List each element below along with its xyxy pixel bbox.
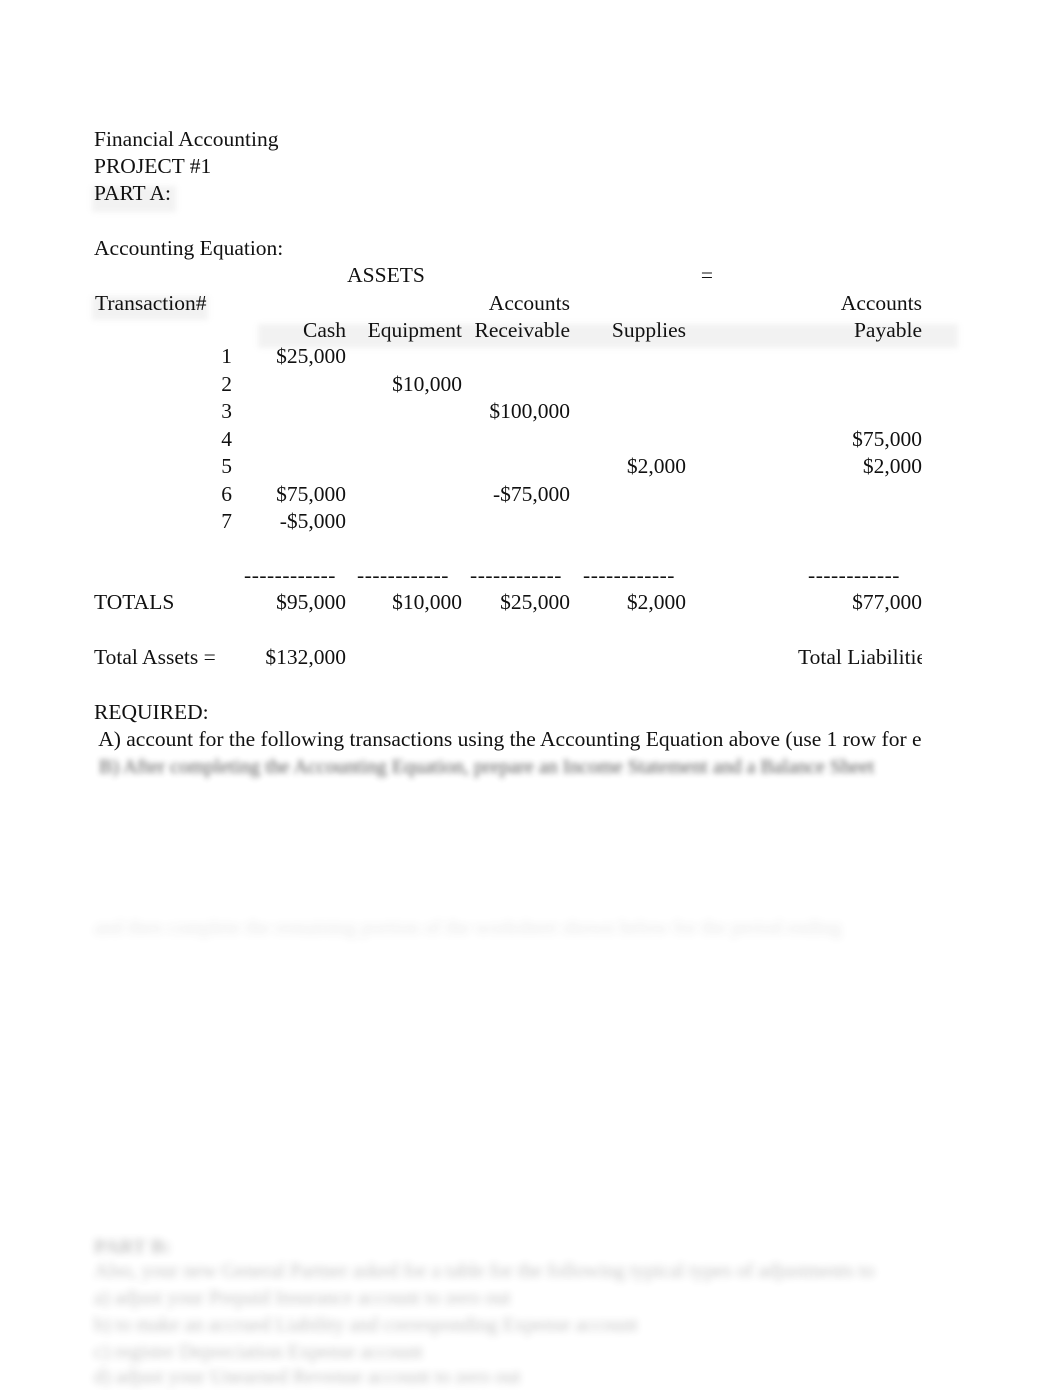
blurred-body-line: b) to make an accrued Liability and corr… bbox=[94, 1314, 638, 1336]
totals-equipment: $10,000 bbox=[392, 590, 462, 614]
row-number: 7 bbox=[221, 509, 232, 533]
total-assets-value: $132,000 bbox=[265, 645, 346, 669]
total-assets-label: Total Assets = bbox=[94, 645, 216, 669]
row-number: 2 bbox=[221, 372, 232, 396]
project-title: PROJECT #1 bbox=[94, 154, 212, 178]
blurred-faint-line: and then complete the remaining portion … bbox=[94, 917, 842, 939]
separator-receivable: ------------ bbox=[470, 563, 562, 587]
blurred-body-line: d) adjust your Unearned Revenue account … bbox=[94, 1366, 521, 1388]
cell-receivable: -$75,000 bbox=[492, 482, 570, 506]
cell-payable: $75,000 bbox=[852, 427, 922, 451]
column-header-receivable-line2: Receivable bbox=[474, 318, 570, 342]
column-header-receivable-line1: Accounts bbox=[488, 291, 570, 315]
blurred-body-line: Also, your new General Partner asked for… bbox=[94, 1260, 875, 1282]
blurred-body-line: c) register Depreciation Expense account bbox=[94, 1341, 423, 1363]
cell-supplies: $2,000 bbox=[626, 454, 686, 478]
column-header-cash: Cash bbox=[303, 318, 346, 342]
column-header-payable-line1: Accounts bbox=[840, 291, 922, 315]
blurred-body-line: a) adjust your Prepaid Insurance account… bbox=[94, 1287, 511, 1309]
column-header-transaction: Transaction# bbox=[95, 291, 207, 315]
cell-equipment: $10,000 bbox=[392, 372, 462, 396]
blurred-part-b-heading: PART B: bbox=[94, 1236, 171, 1258]
cell-cash: $25,000 bbox=[276, 344, 346, 368]
row-number: 6 bbox=[221, 482, 232, 506]
separator-supplies: ------------ bbox=[583, 563, 675, 587]
column-header-supplies: Supplies bbox=[611, 318, 686, 342]
column-header-payable-line2: Payable bbox=[853, 318, 922, 342]
section-heading: Accounting Equation: bbox=[94, 236, 284, 260]
required-item-a: A) account for the following transaction… bbox=[94, 727, 922, 751]
cell-payable: $2,000 bbox=[862, 454, 922, 478]
group-header-equals: = bbox=[700, 263, 714, 287]
totals-supplies: $2,000 bbox=[626, 590, 686, 614]
separator-equipment: ------------ bbox=[357, 563, 449, 587]
total-liabilities-label: Total Liabilitie bbox=[798, 645, 922, 669]
group-header-assets: ASSETS bbox=[347, 263, 425, 287]
totals-label: TOTALS bbox=[94, 590, 175, 614]
row-number: 1 bbox=[221, 344, 232, 368]
row-number: 4 bbox=[221, 427, 232, 451]
totals-receivable: $25,000 bbox=[500, 590, 570, 614]
document-page: Financial Accounting PROJECT #1 PART A: … bbox=[0, 0, 1062, 1388]
cell-receivable: $100,000 bbox=[489, 399, 570, 423]
part-label: PART A: bbox=[94, 181, 171, 205]
separator-payable: ------------ bbox=[808, 563, 900, 587]
required-heading: REQUIRED: bbox=[94, 700, 209, 724]
totals-payable: $77,000 bbox=[852, 590, 922, 614]
row-number: 3 bbox=[221, 399, 232, 423]
cell-cash: $75,000 bbox=[276, 482, 346, 506]
required-item-b-blurred: B) After completing the Accounting Equat… bbox=[94, 756, 875, 778]
separator-cash: ------------ bbox=[244, 563, 336, 587]
cell-cash: -$5,000 bbox=[279, 509, 346, 533]
row-number: 5 bbox=[221, 454, 232, 478]
totals-cash: $95,000 bbox=[276, 590, 346, 614]
course-title: Financial Accounting bbox=[94, 127, 279, 151]
